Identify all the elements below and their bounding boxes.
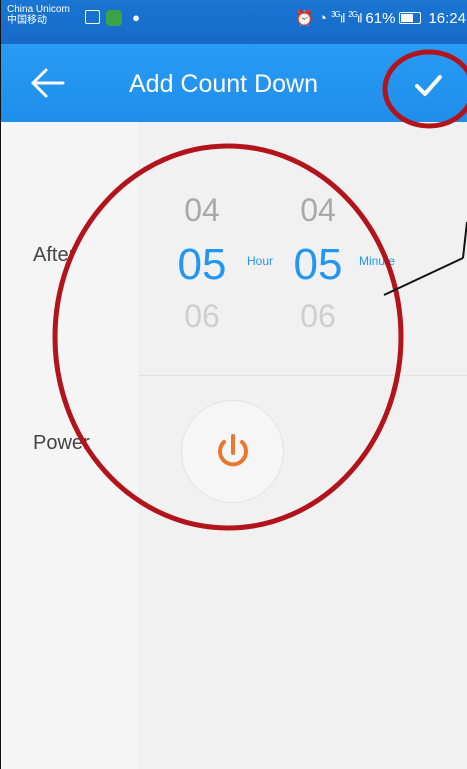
power-icon	[218, 434, 248, 467]
clock: 16:24	[428, 9, 466, 27]
check-icon	[415, 75, 442, 96]
power-toggle-button[interactable]	[181, 400, 284, 503]
net-2g-label: 2G	[348, 10, 358, 20]
hour-picker-current[interactable]: 05	[167, 240, 237, 290]
notification-icons: ●	[85, 10, 144, 26]
after-label: After	[33, 244, 76, 266]
status-bar: China Unicom 中国移动 ● ⏰ ◔ 3Gıl 2Gıl 61% 16…	[1, 0, 467, 44]
row-divider	[138, 375, 467, 376]
minute-picker-prev[interactable]: 04	[283, 192, 353, 229]
confirm-button[interactable]	[406, 63, 450, 107]
signal-3g-icon: 3Gıl	[331, 10, 345, 26]
app-notification-icon	[106, 10, 122, 26]
wifi-icon: ◔	[318, 9, 328, 27]
minute-picker-next[interactable]: 06	[283, 298, 353, 328]
carrier-primary: China Unicom	[7, 4, 70, 15]
hour-unit-label: Hour	[247, 254, 274, 268]
battery-icon	[399, 12, 422, 24]
status-indicators: ⏰ ◔ 3Gıl 2Gıl 61% 16:24	[295, 9, 466, 28]
chat-icon: ●	[132, 10, 140, 25]
alarm-icon: ⏰	[295, 10, 315, 27]
hour-picker-next[interactable]: 06	[167, 298, 237, 328]
carrier-secondary: 中国移动	[7, 15, 47, 26]
battery-percent: 61%	[365, 9, 396, 27]
signal-2g-icon: 2Gıl	[348, 10, 362, 26]
page-title: Add Count Down	[128, 70, 318, 98]
net-3g-label: 3G	[331, 10, 341, 20]
hour-picker-prev[interactable]: 04	[167, 192, 237, 229]
countdown-form: After 04 05 06 Hour 04 05 06 Minute Powe…	[1, 122, 467, 769]
minute-picker-current[interactable]: 05	[283, 240, 353, 290]
power-label: Power	[33, 432, 90, 454]
minute-unit-label: Minute	[359, 254, 396, 268]
carrier-info: China Unicom 中国移动	[7, 4, 70, 26]
app-toolbar: Add Count Down	[1, 44, 467, 122]
gallery-icon	[85, 10, 100, 24]
